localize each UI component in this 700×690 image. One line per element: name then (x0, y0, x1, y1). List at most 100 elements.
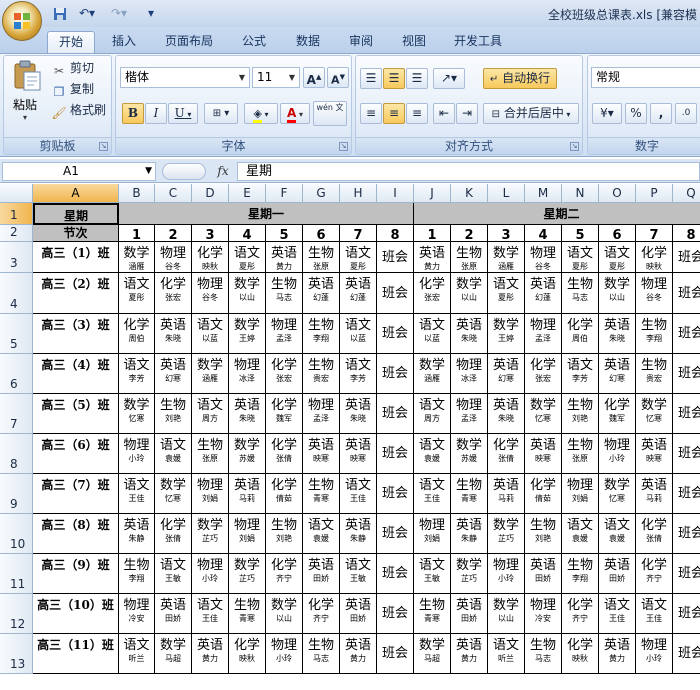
course-cell[interactable]: 语文 以蓝 (192, 314, 229, 354)
course-cell[interactable]: 英语 朱晓 (229, 394, 266, 434)
underline-button[interactable]: U ▾ (168, 103, 198, 124)
course-cell[interactable]: 数学 马超 (155, 634, 192, 674)
course-cell[interactable]: 生物 马志 (562, 273, 599, 314)
redo-icon[interactable]: ↷▾ (105, 5, 133, 22)
class-name-cell[interactable]: 高三（5）班 (33, 394, 119, 434)
course-cell[interactable]: 数学 以山 (451, 273, 488, 314)
course-cell[interactable]: 语文 袁媛 (599, 514, 636, 554)
course-cell[interactable]: 生物 李翔 (303, 314, 340, 354)
font-color-button[interactable]: A ▾ (280, 103, 310, 124)
course-cell[interactable]: 语文 李芳 (340, 354, 377, 394)
class-meeting-cell[interactable]: 班会 (673, 474, 700, 514)
course-cell[interactable]: 数学 王婷 (229, 314, 266, 354)
formula-input[interactable]: 星期 (237, 162, 700, 181)
course-cell[interactable]: 英语 朱晓 (155, 314, 192, 354)
course-cell[interactable]: 英语 马莉 (229, 474, 266, 514)
period-number-cell[interactable]: 7 (636, 225, 673, 242)
course-cell[interactable]: 英语 黄力 (192, 634, 229, 674)
undo-icon[interactable]: ↶▾ (73, 5, 101, 22)
class-meeting-cell[interactable]: 班会 (673, 242, 700, 273)
office-button[interactable] (2, 1, 42, 41)
course-cell[interactable]: 数学 忆寒 (119, 394, 155, 434)
class-name-cell[interactable]: 高三（2）班 (33, 273, 119, 314)
period-header-cell[interactable]: 节次 (33, 225, 119, 242)
course-cell[interactable]: 语文 夏彤 (340, 242, 377, 273)
course-cell[interactable]: 数学 涵雁 (119, 242, 155, 273)
tab-page-layout[interactable]: 页面布局 (158, 31, 220, 53)
alignment-launcher-icon[interactable]: ↘ (570, 142, 579, 151)
course-cell[interactable]: 生物 张原 (303, 242, 340, 273)
course-cell[interactable]: 物理 冰泽 (229, 354, 266, 394)
course-cell[interactable]: 生物 刘艳 (155, 394, 192, 434)
class-meeting-cell[interactable]: 班会 (377, 394, 414, 434)
course-cell[interactable]: 生物 刘艳 (562, 394, 599, 434)
course-cell[interactable]: 化学 魏军 (599, 394, 636, 434)
course-cell[interactable]: 英语 田娇 (599, 554, 636, 594)
phonetic-button[interactable]: wén 文 (313, 101, 347, 126)
course-cell[interactable]: 物理 刘娟 (229, 514, 266, 554)
course-cell[interactable]: 数学 马超 (414, 634, 451, 674)
course-cell[interactable]: 英语 朱晓 (488, 394, 525, 434)
course-cell[interactable]: 语文 听兰 (488, 634, 525, 674)
course-cell[interactable]: 语文 王敏 (155, 554, 192, 594)
row-header[interactable]: 8 (0, 434, 33, 474)
increase-decimal-button[interactable]: .0 (675, 103, 697, 124)
course-cell[interactable]: 化学 张倩 (155, 514, 192, 554)
align-middle-button[interactable]: ☰ (383, 68, 405, 89)
insert-function-button[interactable]: fx (212, 162, 234, 181)
increase-indent-button[interactable]: ⇥ (456, 103, 478, 124)
class-meeting-cell[interactable]: 班会 (377, 354, 414, 394)
align-top-button[interactable]: ☰ (360, 68, 382, 89)
course-cell[interactable]: 化学 齐宁 (562, 594, 599, 634)
period-number-cell[interactable]: 5 (562, 225, 599, 242)
course-cell[interactable]: 数学 芷巧 (229, 554, 266, 594)
class-meeting-cell[interactable]: 班会 (377, 554, 414, 594)
course-cell[interactable]: 化学 周伯 (119, 314, 155, 354)
course-cell[interactable]: 语文 王佳 (340, 474, 377, 514)
course-cell[interactable]: 生物 青寒 (414, 594, 451, 634)
course-cell[interactable]: 数学 忆寒 (599, 474, 636, 514)
course-cell[interactable]: 英语 映寒 (525, 434, 562, 474)
day-header-cell[interactable]: 星期二 (414, 203, 700, 225)
class-meeting-cell[interactable]: 班会 (673, 273, 700, 314)
course-cell[interactable]: 生物 李翔 (119, 554, 155, 594)
column-header[interactable]: Q (673, 184, 700, 203)
clipboard-launcher-icon[interactable]: ↘ (99, 142, 108, 151)
course-cell[interactable]: 生物 张原 (192, 434, 229, 474)
course-cell[interactable]: 物理 小玲 (119, 434, 155, 474)
period-number-cell[interactable]: 2 (155, 225, 192, 242)
course-cell[interactable]: 生物 刘艳 (266, 514, 303, 554)
course-cell[interactable]: 数学 王婷 (488, 314, 525, 354)
column-header[interactable]: C (155, 184, 192, 203)
row-header[interactable]: 9 (0, 474, 33, 514)
grow-font-button[interactable]: A▲ (303, 67, 325, 88)
bold-button[interactable]: B (122, 103, 144, 124)
row-header[interactable]: 4 (0, 273, 33, 314)
course-cell[interactable]: 物理 冷安 (119, 594, 155, 634)
column-header[interactable]: D (192, 184, 229, 203)
course-cell[interactable]: 英语 马莉 (636, 474, 673, 514)
course-cell[interactable]: 物理 刘娟 (192, 474, 229, 514)
course-cell[interactable]: 化学 倩茹 (266, 474, 303, 514)
class-name-cell[interactable]: 高三（9）班 (33, 554, 119, 594)
accounting-format-button[interactable]: ¥▾ (592, 103, 622, 124)
decrease-indent-button[interactable]: ⇤ (433, 103, 455, 124)
course-cell[interactable]: 英语 朱晓 (599, 314, 636, 354)
week-header-cell[interactable]: 星期 (33, 203, 119, 225)
course-cell[interactable]: 数学 苏媛 (229, 434, 266, 474)
course-cell[interactable]: 化学 齐宁 (636, 554, 673, 594)
period-number-cell[interactable]: 8 (377, 225, 414, 242)
course-cell[interactable]: 生物 刘艳 (525, 514, 562, 554)
column-header[interactable]: N (562, 184, 599, 203)
tab-insert[interactable]: 插入 (103, 31, 145, 53)
merge-center-button[interactable]: ⊟ 合并后居中 ▾ (483, 103, 579, 124)
course-cell[interactable]: 化学 齐宁 (266, 554, 303, 594)
column-header[interactable]: H (340, 184, 377, 203)
course-cell[interactable]: 英语 幻蓬 (525, 273, 562, 314)
course-cell[interactable]: 语文 听兰 (119, 634, 155, 674)
course-cell[interactable]: 英语 黄力 (599, 634, 636, 674)
tab-view[interactable]: 视图 (393, 31, 435, 53)
course-cell[interactable]: 数学 以山 (488, 594, 525, 634)
course-cell[interactable]: 语文 袁媛 (303, 514, 340, 554)
wrap-text-button[interactable]: ↵ 自动换行 (483, 68, 557, 89)
